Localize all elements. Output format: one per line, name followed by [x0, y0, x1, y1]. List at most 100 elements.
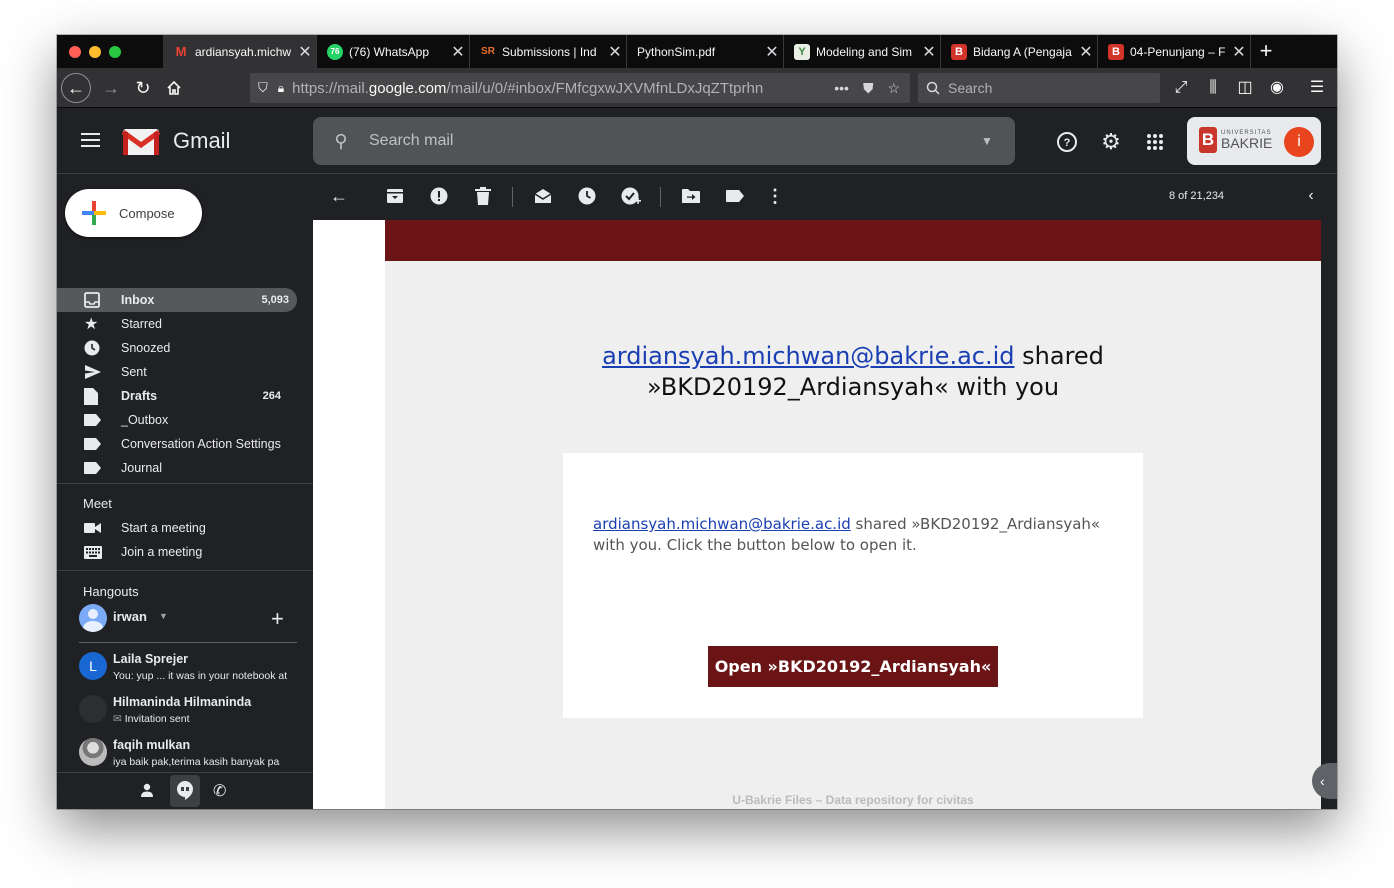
apps-grid-icon[interactable] [1143, 130, 1167, 154]
sidebar-item-journal[interactable]: Journal [57, 456, 297, 480]
email-headline: ardiansyah.michwan@bakrie.ac.id shared »… [602, 342, 1104, 401]
open-file-button[interactable]: Open »BKD20192_Ardiansyah« [708, 646, 998, 687]
add-hangout-icon[interactable]: + [271, 606, 284, 632]
list-item[interactable]: faqih mulkan iya baik pak,terima kasih b… [79, 738, 299, 774]
start-meeting-button[interactable]: Start a meeting [57, 516, 297, 540]
report-spam-icon[interactable] [429, 186, 449, 206]
message-toolbar: ← ⋮ 8 of 21,234 ‹ › [313, 174, 1337, 220]
delete-icon[interactable] [473, 186, 493, 206]
join-meeting-button[interactable]: Join a meeting [57, 540, 297, 564]
label-icon [57, 462, 121, 474]
newer-chevron-icon[interactable]: ‹ [1301, 186, 1321, 206]
tab-whatsapp[interactable]: 76 (76) WhatsApp ✕ [317, 35, 470, 68]
contacts-icon[interactable] [139, 782, 155, 803]
phone-icon[interactable]: ✆ [213, 781, 226, 801]
bakrie-logo: B UNIVERSITAS BAKRIE [1199, 127, 1272, 153]
reload-button[interactable]: ↻ [129, 74, 157, 102]
bakrie-icon: B [1108, 43, 1124, 60]
close-tab-icon[interactable]: ✕ [761, 42, 783, 62]
close-tab-icon[interactable]: ✕ [294, 42, 316, 62]
more-options-icon[interactable]: ⋮ [765, 186, 785, 206]
fullscreen-icon[interactable]: ⤢ [1168, 74, 1194, 102]
close-tab-icon[interactable]: ✕ [1075, 42, 1097, 62]
mark-unread-icon[interactable] [533, 186, 553, 206]
add-to-tasks-icon[interactable] [621, 186, 641, 206]
bookmark-star-icon[interactable]: ☆ [887, 80, 900, 97]
browser-search-input[interactable]: Search [918, 73, 1160, 103]
sidebar-toggle-icon[interactable]: ◫ [1232, 74, 1258, 102]
avatar [79, 695, 107, 723]
home-icon [167, 80, 181, 95]
search-icon[interactable]: ⚲ [313, 131, 369, 152]
tab-submissions[interactable]: SR Submissions | Ind ✕ [470, 35, 627, 68]
compose-button[interactable]: Compose [65, 189, 202, 237]
tab-title: (76) WhatsApp [349, 44, 430, 59]
close-tab-icon[interactable]: ✕ [1228, 42, 1250, 62]
home-button[interactable] [160, 74, 188, 102]
share-message: ardiansyah.michwan@bakrie.ac.id shared »… [593, 515, 1101, 554]
mail-search-input[interactable]: ⚲ Search mail ▼ [313, 117, 1015, 165]
star-icon: ★ [84, 316, 99, 333]
list-item[interactable]: Hilmaninda Hilmaninda ✉ Invitation sent [79, 695, 299, 731]
minimize-window-button[interactable] [89, 46, 101, 58]
sidebar-item-starred[interactable]: ★ Starred [57, 312, 297, 336]
bakrie-icon: B [951, 43, 967, 60]
help-icon[interactable]: ? [1055, 130, 1079, 154]
maximize-window-button[interactable] [109, 46, 121, 58]
hangouts-chat-icon[interactable] [170, 775, 200, 807]
snooze-clock-icon[interactable] [577, 186, 597, 206]
tab-gmail[interactable]: M ardiansyah.michw ✕ [163, 35, 317, 68]
url-bar[interactable]: ⛉ 🔒︎ https://mail.google.com/mail/u/0/#i… [250, 73, 910, 103]
avatar[interactable]: i [1284, 127, 1314, 157]
menu-icon[interactable]: ☰ [1304, 74, 1330, 102]
avatar [79, 604, 107, 632]
move-to-icon[interactable] [681, 186, 701, 206]
shield-icon[interactable]: ⛉ [258, 80, 268, 96]
list-item[interactable]: L Laila Sprejer You: yup ... it was in y… [79, 652, 299, 688]
tab-penunjang[interactable]: B 04-Penunjang – F ✕ [1098, 35, 1251, 68]
sidebar-item-drafts[interactable]: Drafts 264 [57, 384, 297, 408]
gmail-header: Gmail ⚲ Search mail ▼ ? ⚙ B UNIVERSITAS … [57, 108, 1337, 174]
label-icon[interactable] [725, 186, 745, 206]
sidebar-item-outbox[interactable]: _Outbox [57, 408, 297, 432]
page-actions-icon[interactable]: ••• [834, 80, 849, 97]
forward-button[interactable]: → [97, 74, 125, 102]
sidebar-item-snoozed[interactable]: Snoozed [57, 336, 297, 360]
tab-title: ardiansyah.michw [195, 44, 292, 59]
hangouts-user[interactable]: irwan ▼ [79, 604, 279, 632]
tab-pythonsim[interactable]: PythonSim.pdf ✕ [627, 35, 784, 68]
settings-gear-icon[interactable]: ⚙ [1099, 129, 1123, 154]
url-text[interactable]: https://mail.google.com/mail/u/0/#inbox/… [292, 80, 834, 97]
keyboard-icon [57, 545, 121, 559]
account-switcher[interactable]: B UNIVERSITAS BAKRIE i [1187, 117, 1321, 165]
account-icon[interactable]: ◉ [1264, 74, 1290, 102]
close-tab-icon[interactable]: ✕ [447, 42, 469, 62]
close-tab-icon[interactable]: ✕ [604, 42, 626, 62]
sr-icon: SR [481, 46, 495, 57]
tab-modeling[interactable]: Y Modeling and Sim ✕ [784, 35, 941, 68]
svg-text:?: ? [1064, 137, 1071, 149]
close-tab-icon[interactable]: ✕ [918, 42, 940, 62]
search-options-icon[interactable]: ▼ [959, 134, 1015, 148]
back-to-inbox-button[interactable]: ← [329, 186, 349, 206]
tab-title: Submissions | Ind [502, 44, 597, 59]
sender-email-link[interactable]: ardiansyah.michwan@bakrie.ac.id [602, 342, 1014, 370]
pagination-count: 8 of 21,234 [1169, 190, 1225, 202]
email-header-bar [385, 220, 1321, 261]
main-menu-button[interactable] [81, 129, 105, 153]
sidebar-item-sent[interactable]: Sent [57, 360, 297, 384]
chevron-down-icon[interactable]: ▼ [159, 611, 168, 621]
archive-icon[interactable] [385, 186, 405, 206]
sidebar-item-conversation-action-settings[interactable]: Conversation Action Settings [57, 432, 297, 456]
sidebar-item-inbox[interactable]: Inbox 5,093 [57, 288, 297, 312]
tab-bidang[interactable]: B Bidang A (Pengaja ✕ [941, 35, 1098, 68]
new-tab-button[interactable]: + [1254, 35, 1278, 68]
tab-strip: M ardiansyah.michw ✕ 76 (76) WhatsApp ✕ … [57, 35, 1337, 68]
label-icon [57, 414, 121, 426]
close-window-button[interactable] [69, 46, 81, 58]
library-icon[interactable]: ⫼ [1200, 74, 1226, 102]
lock-icon[interactable]: 🔒︎ [278, 81, 284, 96]
pocket-icon[interactable]: ⛊ [863, 80, 874, 97]
back-button[interactable]: ← [61, 73, 91, 103]
sender-email-link[interactable]: ardiansyah.michwan@bakrie.ac.id [593, 515, 851, 533]
